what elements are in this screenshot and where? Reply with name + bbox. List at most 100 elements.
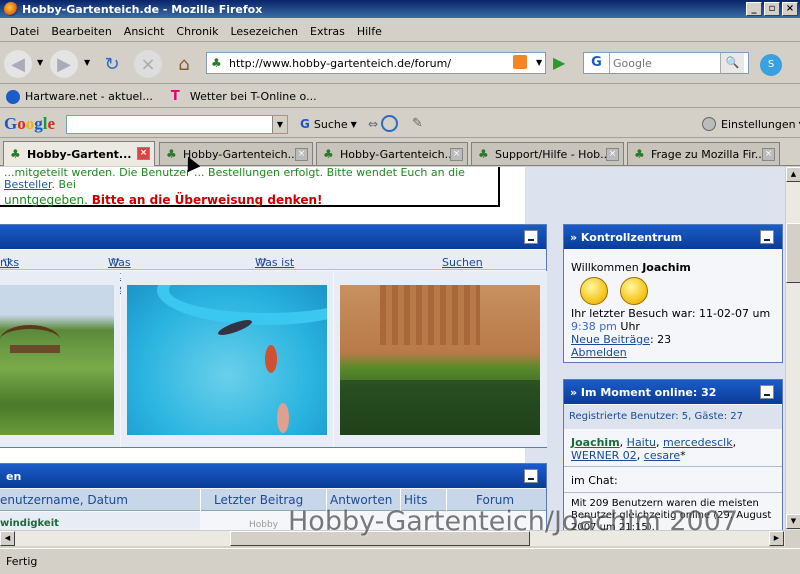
tab-5[interactable]: ♣ Frage zu Mozilla Fir... ×: [627, 142, 780, 165]
search-input[interactable]: [610, 54, 720, 72]
col-latest-post[interactable]: Letzter Beitrag: [214, 493, 303, 507]
resize-handle-icon[interactable]: ⇔: [368, 117, 378, 131]
scroll-corner: [785, 530, 800, 546]
photo-watermark: Hobby-Gartenteich/Joachim 2007: [288, 506, 739, 537]
tab-favicon: ♣: [166, 147, 177, 161]
control-center-header: » Kontrollzentrum: [564, 225, 782, 249]
google-g-icon: G: [300, 117, 310, 131]
tab-3[interactable]: ♣ Hobby-Gartenteich... ×: [316, 142, 468, 165]
status-text: Fertig: [6, 555, 38, 568]
maximize-button[interactable]: ▫: [764, 2, 780, 16]
forward-button[interactable]: ▶: [50, 50, 78, 78]
koi-pool-photo[interactable]: [127, 285, 327, 435]
registered-count: Registrierte Benutzer: 5, Gäste: 27: [564, 405, 782, 429]
menu-ansicht[interactable]: Ansicht: [118, 25, 171, 38]
image-cell-1: [0, 271, 120, 447]
order-notice: ...mitgeteilt werden. Die Benutzer ... B…: [0, 167, 500, 207]
globe-icon: [6, 89, 20, 104]
rss-icon[interactable]: [513, 55, 527, 69]
minimize-button[interactable]: _: [746, 2, 762, 16]
last-visit-text: Ihr letzter Besuch war: 11-02-07 um: [571, 307, 771, 320]
col-replies[interactable]: Antworten: [330, 493, 392, 507]
forum-subnav: nks▽ Was ist neu▽ Was ist populär▽ Suche…: [0, 250, 546, 295]
online-user-joachim[interactable]: Joachim: [571, 436, 620, 449]
latest-posts-header: en: [0, 464, 546, 488]
compass-icon[interactable]: [381, 115, 398, 132]
telekom-icon: T: [170, 88, 180, 104]
vertical-scrollbar[interactable]: ▲ ▼: [785, 167, 800, 530]
tab-1[interactable]: ♣ Hobby-Gartent... ×: [3, 141, 155, 166]
menu-extras[interactable]: Extras: [304, 25, 351, 38]
google-search-button[interactable]: G Suche ▼: [300, 117, 357, 131]
forum-gallery-box: nks▽ Was ist neu▽ Was ist populär▽ Suche…: [0, 224, 547, 448]
skype-icon[interactable]: S: [760, 54, 782, 76]
url-history-arrow[interactable]: ▼: [536, 58, 542, 67]
online-user-cesare[interactable]: cesare: [644, 449, 680, 462]
home-icon[interactable]: ⌂: [170, 50, 198, 78]
collapse-icon[interactable]: [524, 469, 538, 483]
window-title: Hobby-Gartenteich.de - Mozilla Firefox: [22, 2, 263, 16]
online-user-werner[interactable]: WERNER 02: [571, 449, 637, 462]
online-user-list: Joachim, Haitu, mercedesclk, WERNER 02, …: [571, 436, 737, 462]
bookmark-hartware[interactable]: Hartware.net - aktuel...: [0, 89, 153, 104]
col-hits[interactable]: Hits: [404, 493, 427, 507]
collapse-icon[interactable]: [524, 230, 538, 244]
collapse-icon[interactable]: [760, 230, 774, 244]
close-button[interactable]: ×: [782, 2, 798, 16]
tab-close-icon[interactable]: ×: [762, 148, 775, 161]
site-favicon: ♣: [211, 56, 222, 70]
pond-house-photo[interactable]: [340, 285, 540, 435]
google-search-field[interactable]: ▼: [66, 115, 288, 134]
tab-bar: ♣ Hobby-Gartent... × ♣ Hobby-Gartenteich...…: [0, 140, 800, 293]
scroll-right-icon[interactable]: ▶: [769, 531, 784, 546]
new-posts-link[interactable]: Neue Beiträge: [571, 333, 650, 346]
waving-smiley-icon: [620, 277, 648, 305]
highlighter-icon[interactable]: ✎: [412, 116, 423, 131]
menu-lesezeichen[interactable]: Lesezeichen: [224, 25, 304, 38]
logout-link[interactable]: Abmelden: [571, 346, 627, 359]
reload-icon[interactable]: ↻: [98, 50, 126, 78]
control-center-box: » Kontrollzentrum Willkommen Joachim Ihr…: [563, 224, 783, 363]
tab-favicon: ♣: [478, 147, 489, 161]
menu-hilfe[interactable]: Hilfe: [351, 25, 388, 38]
collapse-icon[interactable]: [760, 385, 774, 399]
garden-pond-photo[interactable]: [0, 285, 114, 435]
address-bar[interactable]: ♣ http://www.hobby-gartenteich.de/forum/: [206, 52, 546, 74]
stop-icon[interactable]: ×: [134, 50, 162, 78]
gallery-header: [0, 225, 546, 249]
col-forum[interactable]: Forum: [476, 493, 514, 507]
status-bar: Fertig: [0, 548, 800, 574]
back-button[interactable]: ◀: [4, 50, 32, 78]
menu-bearbeiten[interactable]: Bearbeiten: [45, 25, 117, 38]
tab-close-icon[interactable]: ×: [606, 148, 619, 161]
window-titlebar: Hobby-Gartenteich.de - Mozilla Firefox _…: [0, 0, 800, 18]
table-row[interactable]: windigkeit: [0, 512, 200, 530]
menu-chronik[interactable]: Chronik: [170, 25, 224, 38]
besteller-link[interactable]: Besteller: [4, 178, 52, 191]
tab-close-icon[interactable]: ×: [450, 148, 463, 161]
scroll-down-icon[interactable]: ▼: [786, 514, 800, 529]
google-engine-icon[interactable]: G: [584, 53, 610, 73]
tab-4[interactable]: ♣ Support/Hilfe - Hob... ×: [471, 142, 624, 165]
welcome-text: Willkommen Joachim: [571, 261, 691, 274]
forward-history-arrow[interactable]: ▼: [84, 58, 90, 67]
tab-close-icon[interactable]: ×: [295, 148, 308, 161]
online-user-haitu[interactable]: Haitu: [627, 436, 656, 449]
image-cell-3: [334, 271, 547, 447]
go-button[interactable]: ▶: [553, 53, 565, 72]
chevron-down-icon[interactable]: ▼: [272, 116, 287, 133]
new-posts-line: Neue Beiträge: 23: [571, 333, 672, 346]
online-user-mercedesclk[interactable]: mercedesclk: [663, 436, 733, 449]
scroll-up-icon[interactable]: ▲: [786, 167, 800, 182]
back-history-arrow[interactable]: ▼: [37, 58, 43, 67]
col-user-date[interactable]: enutzername, Datum: [0, 493, 128, 507]
vertical-scroll-thumb[interactable]: [786, 223, 800, 283]
tab-close-icon[interactable]: ×: [137, 147, 150, 160]
search-magnifier-icon[interactable]: 🔍: [720, 53, 744, 73]
page-content: ...mitgeteilt werden. Die Benutzer ... B…: [0, 167, 785, 530]
bookmark-wetter[interactable]: T Wetter bei T-Online o...: [165, 88, 317, 104]
google-settings-button[interactable]: Einstellungen▼: [702, 117, 800, 131]
menu-datei[interactable]: Datei: [4, 25, 45, 38]
tab-favicon: ♣: [634, 147, 645, 161]
scroll-left-icon[interactable]: ◀: [0, 531, 15, 546]
